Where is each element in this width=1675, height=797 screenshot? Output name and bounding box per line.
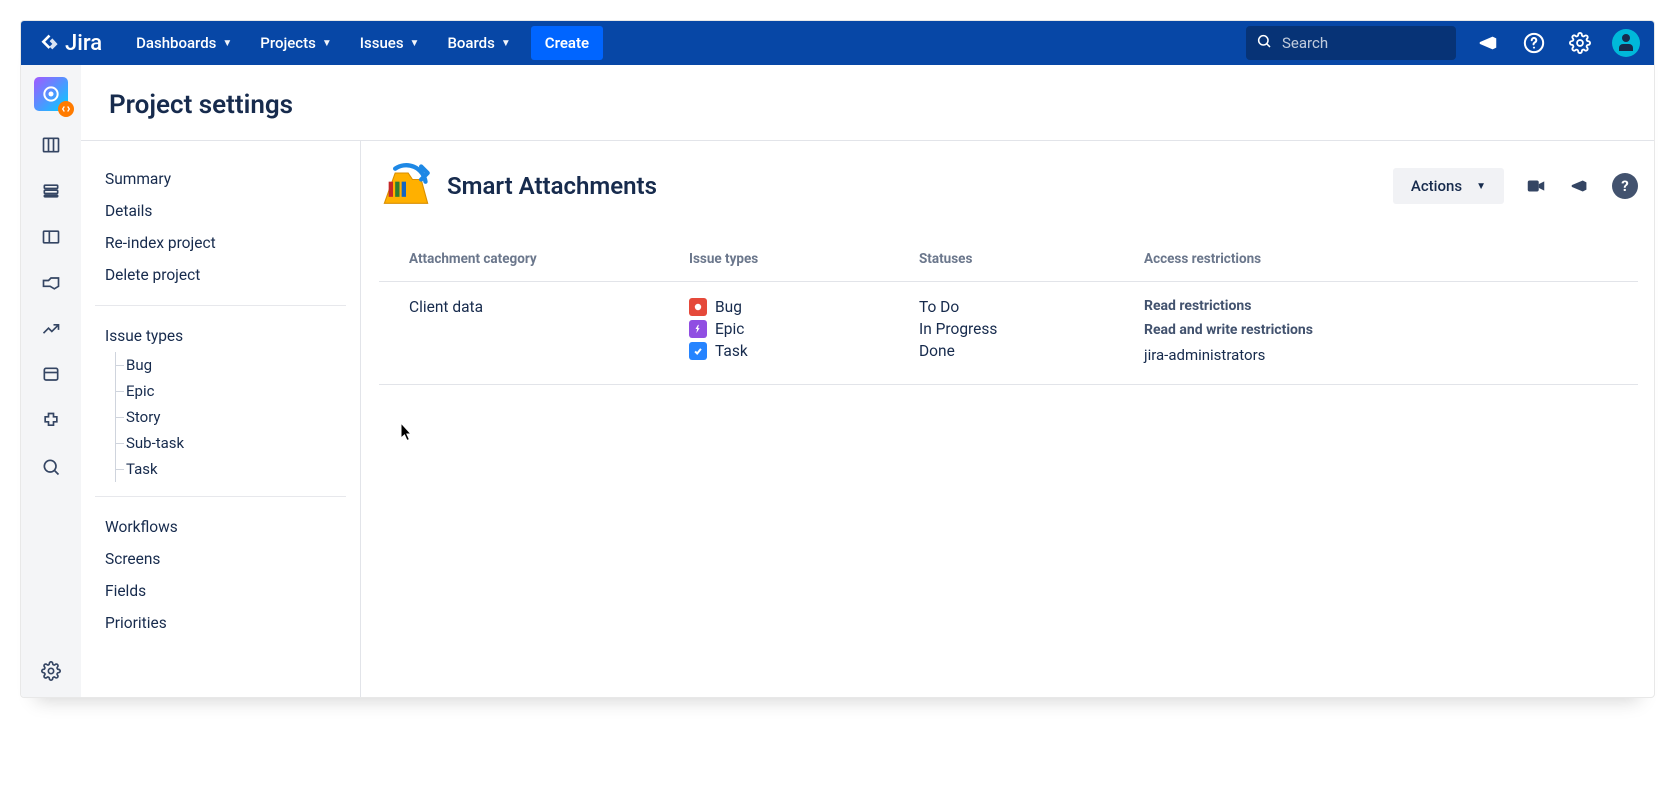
epic-icon	[689, 320, 707, 338]
reports-icon[interactable]	[39, 317, 63, 341]
leftnav-screens[interactable]: Screens	[95, 543, 346, 575]
categories-table: Attachment category Issue types Statuses…	[379, 251, 1638, 385]
smart-attachments-app-icon	[379, 159, 433, 213]
leftnav-fields[interactable]: Fields	[95, 575, 346, 607]
project-settings-icon[interactable]	[39, 659, 63, 683]
rw-restrictions-value: jira-administrators	[1144, 346, 1608, 364]
jira-logo-icon	[39, 33, 59, 53]
settings-leftnav: Summary Details Re-index project Delete …	[81, 141, 361, 697]
project-avatar[interactable]	[34, 77, 68, 111]
leftnav-delete[interactable]: Delete project	[95, 259, 346, 291]
jira-logo-text: Jira	[65, 31, 102, 56]
settings-icon[interactable]	[1566, 29, 1594, 57]
jira-logo[interactable]: Jira	[29, 31, 112, 56]
col-access: Access restrictions	[1144, 251, 1608, 267]
nav-issues[interactable]: Issues▼	[346, 21, 434, 65]
search-project-icon[interactable]	[39, 455, 63, 479]
category-cell: Client data	[409, 298, 689, 316]
actions-dropdown[interactable]: Actions ▼	[1393, 168, 1504, 204]
leftnav-issuetype-epic[interactable]: Epic	[115, 378, 346, 404]
col-statuses: Statuses	[919, 251, 1144, 267]
pages-icon[interactable]	[39, 363, 63, 387]
leftnav-issuetype-subtask[interactable]: Sub-task	[115, 430, 346, 456]
nav-boards[interactable]: Boards▼	[433, 21, 524, 65]
video-icon[interactable]	[1524, 174, 1548, 198]
chevron-down-icon: ▼	[322, 38, 332, 49]
feedback-icon[interactable]	[1568, 174, 1592, 198]
chevron-down-icon: ▼	[1476, 181, 1486, 192]
feedback-icon[interactable]	[1474, 29, 1502, 57]
main-panel: Smart Attachments Actions ▼ ?	[361, 141, 1654, 697]
backlog-icon[interactable]	[39, 179, 63, 203]
search-box[interactable]	[1246, 26, 1456, 60]
leftnav-issuetype-story[interactable]: Story	[115, 404, 346, 430]
release-icon[interactable]	[39, 271, 63, 295]
bug-icon	[689, 298, 707, 316]
addons-icon[interactable]	[39, 409, 63, 433]
leftnav-details[interactable]: Details	[95, 195, 346, 227]
chevron-down-icon: ▼	[222, 38, 232, 49]
board-icon[interactable]	[39, 133, 63, 157]
help-icon[interactable]: ?	[1612, 173, 1638, 199]
nav-dashboards[interactable]: Dashboards▼	[122, 21, 246, 65]
chevron-down-icon: ▼	[410, 38, 420, 49]
task-icon	[689, 342, 707, 360]
leftnav-summary[interactable]: Summary	[95, 163, 346, 195]
nav-projects[interactable]: Projects▼	[246, 21, 345, 65]
leftnav-issuetype-task[interactable]: Task	[115, 456, 346, 482]
profile-avatar[interactable]	[1612, 29, 1640, 57]
project-badge-icon	[58, 101, 74, 117]
leftnav-workflows[interactable]: Workflows	[95, 511, 346, 543]
main-title: Smart Attachments	[447, 172, 657, 200]
top-nav: Jira Dashboards▼ Projects▼ Issues▼ Board…	[21, 21, 1654, 65]
leftnav-issuetype-bug[interactable]: Bug	[115, 352, 346, 378]
project-sidebar-rail	[21, 65, 81, 697]
sprint-icon[interactable]	[39, 225, 63, 249]
help-icon[interactable]	[1520, 29, 1548, 57]
col-issuetypes: Issue types	[689, 251, 919, 267]
leftnav-issuetypes[interactable]: Issue types	[95, 320, 346, 352]
read-restrictions-label: Read restrictions	[1144, 298, 1608, 314]
page-title: Project settings	[81, 65, 1654, 140]
col-category: Attachment category	[409, 251, 689, 267]
table-row[interactable]: Client data Bug Epic Task To Do In Progr…	[379, 282, 1638, 385]
rw-restrictions-label: Read and write restrictions	[1144, 322, 1608, 338]
search-input[interactable]	[1282, 34, 1446, 52]
search-icon	[1256, 33, 1272, 53]
leftnav-priorities[interactable]: Priorities	[95, 607, 346, 639]
leftnav-reindex[interactable]: Re-index project	[95, 227, 346, 259]
create-button[interactable]: Create	[531, 26, 603, 60]
chevron-down-icon: ▼	[501, 38, 511, 49]
